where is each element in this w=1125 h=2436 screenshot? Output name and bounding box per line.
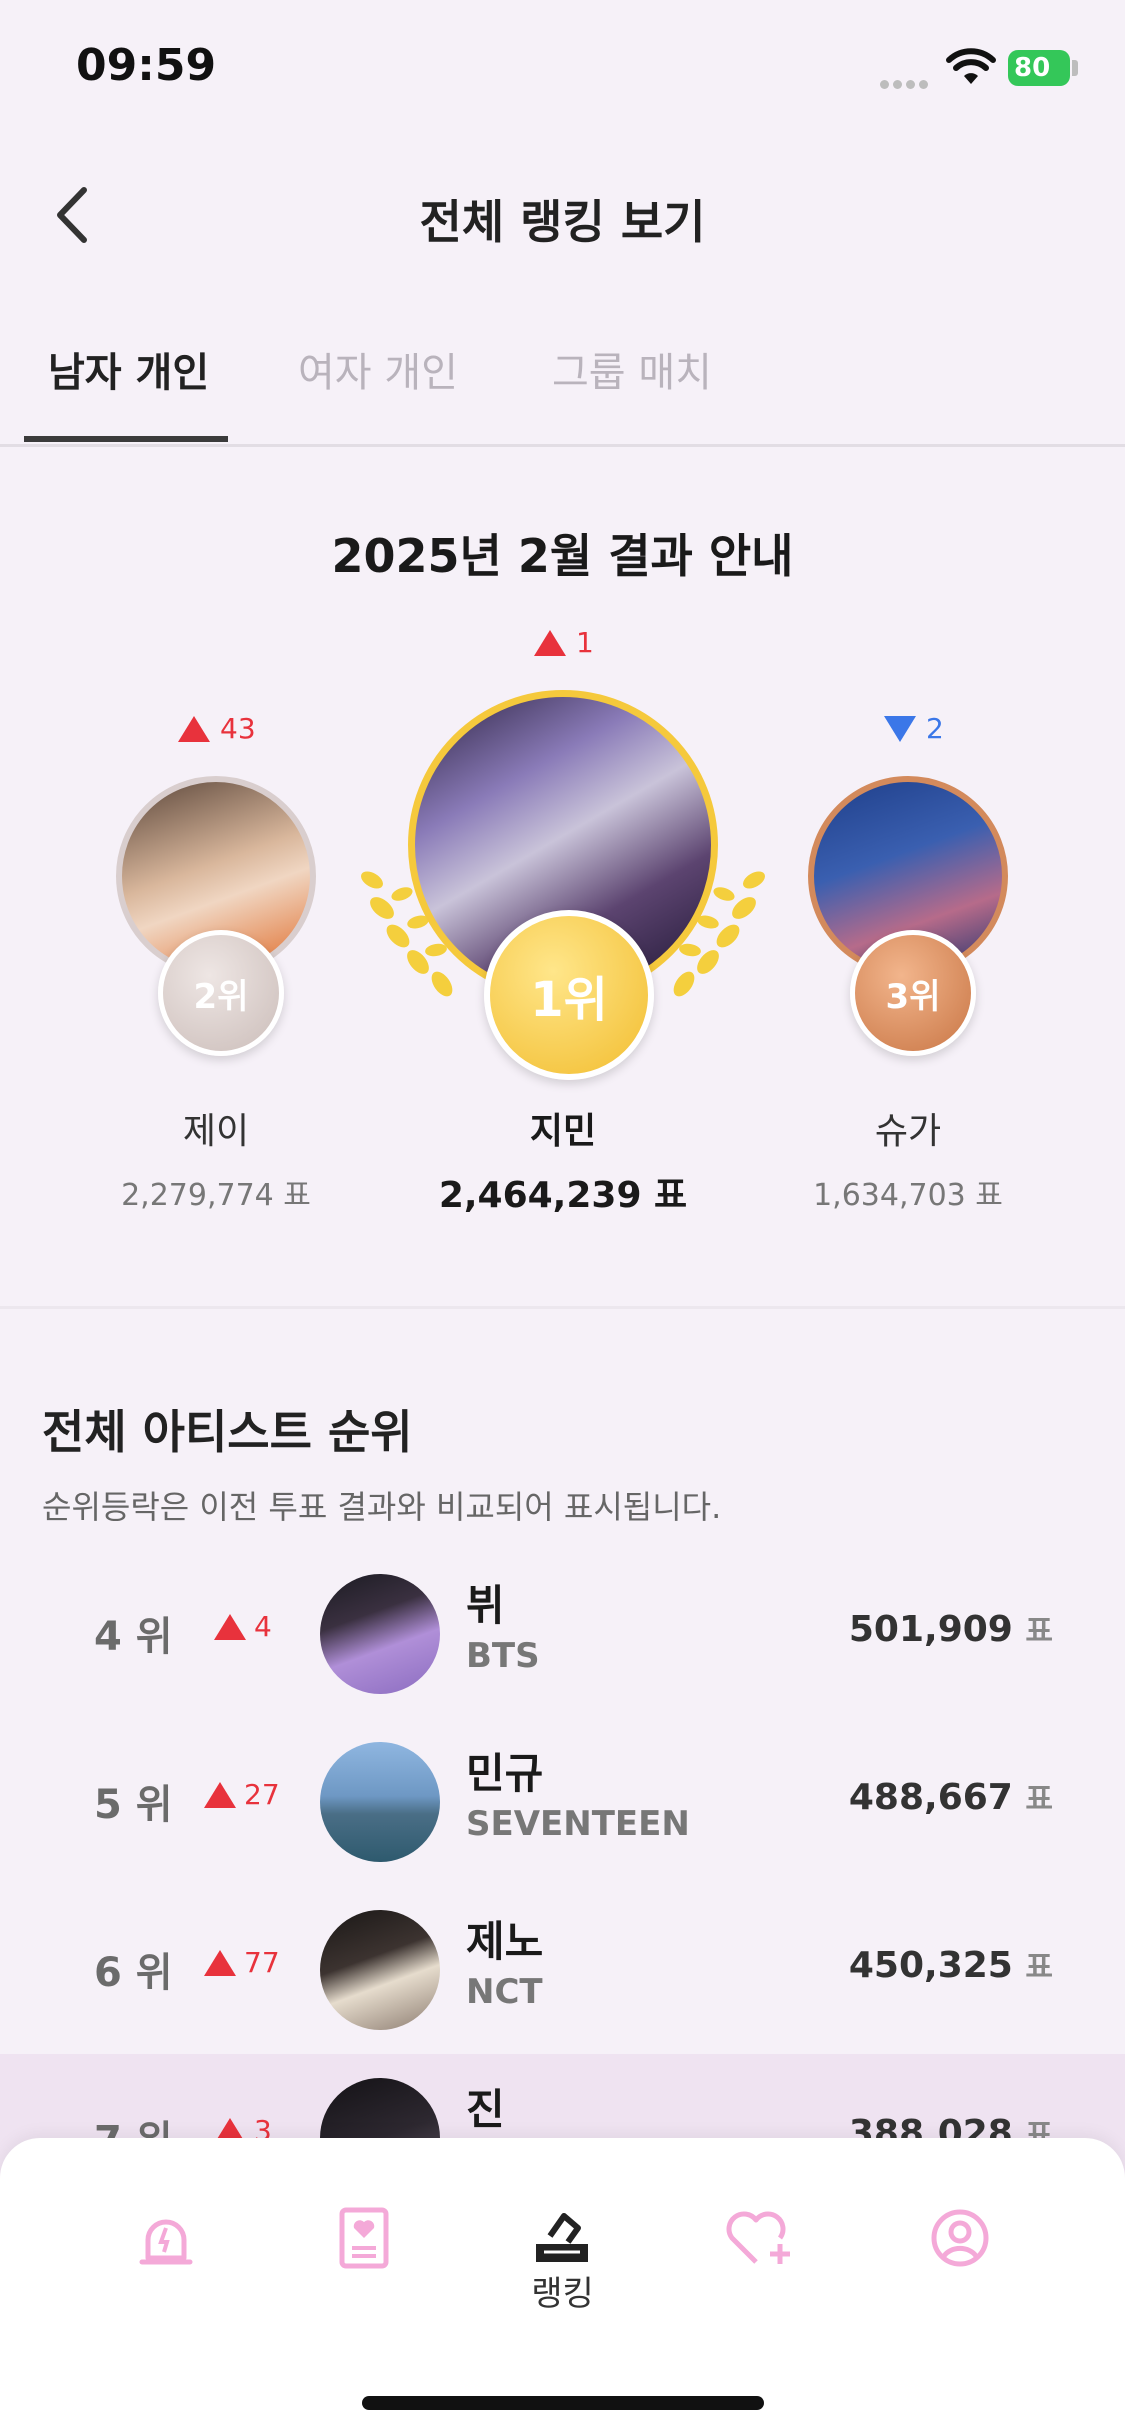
row-change-value: 27 — [244, 1778, 280, 1811]
section-subtitle: 순위등락은 이전 투표 결과와 비교되어 표시됩니다. — [42, 1488, 722, 1526]
alarm-icon — [139, 2219, 193, 2265]
podium-3-name: 슈가 — [874, 1111, 942, 1152]
podium-3-change-value: 2 — [926, 712, 944, 745]
ranking-icon — [536, 2213, 588, 2262]
profile-icon — [931, 2209, 989, 2267]
row-name: 민규 — [466, 1749, 544, 1798]
tab-group-match[interactable]: 그룹 매치 — [552, 340, 712, 398]
row-group: NCT — [466, 1972, 543, 2012]
podium-3-change: 2 — [884, 712, 944, 745]
rank-up-icon — [214, 1613, 246, 1640]
nav-favorite[interactable] — [700, 2178, 820, 2298]
row-avatar — [320, 1742, 440, 1862]
row-votes: 488,667 표 — [849, 1774, 1053, 1818]
row-name: 뷔 — [466, 1581, 505, 1630]
row-rank: 4 위 — [94, 1614, 173, 1660]
section-title: 전체 아티스트 순위 — [42, 1405, 413, 1459]
podium-1-votes: 2,464,239 표 — [438, 1175, 688, 1216]
rank-up-icon — [204, 1781, 236, 1808]
tab-male-solo[interactable]: 남자 개인 — [48, 340, 209, 398]
status-time: 09:59 — [76, 40, 217, 91]
podium-2-change: 43 — [178, 712, 256, 745]
battery-cap — [1072, 60, 1078, 76]
podium-1-change-value: 1 — [576, 626, 594, 659]
row-votes: 501,909 표 — [849, 1606, 1053, 1650]
card-icon — [339, 2207, 389, 2269]
row-name: 진 — [466, 2085, 505, 2134]
row-change-value: 4 — [254, 1610, 272, 1643]
ranking-row[interactable]: 6 위 77 제노 NCT 450,325 표 — [0, 1886, 1125, 2054]
row-votes-value: 488,667 — [848, 1777, 1013, 1818]
home-indicator — [362, 2396, 764, 2410]
header: 전체 랭킹 보기 — [0, 150, 1125, 280]
heart-plus-icon — [726, 2211, 790, 2264]
podium-2-change-value: 43 — [220, 712, 256, 745]
row-rank: 5 위 — [94, 1782, 173, 1828]
podium-1-name: 지민 — [529, 1111, 597, 1152]
vote-unit: 표 — [1025, 1950, 1053, 1985]
tab-female-solo[interactable]: 여자 개인 — [298, 340, 458, 398]
podium-3-votes: 1,634,703 표 — [813, 1178, 1003, 1213]
rank-up-icon — [534, 629, 566, 656]
row-avatar — [320, 1910, 440, 2030]
ranking-row[interactable]: 5 위 27 민규 SEVENTEEN 488,667 표 — [0, 1718, 1125, 1886]
result-title: 2025년 2월 결과 안내 — [331, 529, 794, 583]
tab-bar: 남자 개인 여자 개인 그룹 매치 — [0, 320, 1125, 447]
podium-2-votes: 2,279,774 표 — [121, 1178, 311, 1213]
nav-profile[interactable] — [900, 2178, 1020, 2298]
row-name: 제노 — [466, 1917, 544, 1966]
rank-badge-2: 2위 — [158, 930, 284, 1056]
row-change-value: 77 — [244, 1946, 280, 1979]
row-change: 77 — [204, 1946, 280, 1979]
row-group: SEVENTEEN — [466, 1804, 690, 1844]
row-avatar — [320, 1574, 440, 1694]
rank-badge-3: 3위 — [850, 930, 976, 1056]
podium-1-change: 1 — [534, 626, 594, 659]
rank-badge-1: 1위 — [484, 910, 654, 1080]
podium-2-name: 제이 — [182, 1111, 250, 1152]
signal-icon — [880, 74, 932, 93]
rank-up-icon — [204, 1949, 236, 1976]
rank-down-icon — [884, 715, 916, 742]
page-title: 전체 랭킹 보기 — [419, 195, 706, 249]
vote-unit: 표 — [1025, 1614, 1053, 1649]
wifi-icon — [946, 48, 996, 84]
row-change: 4 — [214, 1610, 272, 1643]
row-group: BTS — [466, 1636, 540, 1676]
rank-up-icon — [178, 715, 210, 742]
status-bar: 09:59 80 — [0, 0, 1125, 140]
row-rank: 6 위 — [94, 1950, 173, 1996]
row-change: 27 — [204, 1778, 280, 1811]
vote-unit: 표 — [1025, 1782, 1053, 1817]
row-votes-value: 501,909 — [848, 1609, 1013, 1650]
row-votes-value: 450,325 — [848, 1945, 1013, 1986]
bottom-nav: 랭킹 — [0, 2138, 1125, 2436]
tab-indicator — [24, 436, 228, 442]
battery-indicator: 80 — [1008, 50, 1070, 86]
row-votes: 450,325 표 — [849, 1942, 1053, 1986]
section-divider — [0, 1306, 1125, 1309]
ranking-row[interactable]: 4 위 4 뷔 BTS 501,909 표 — [0, 1550, 1125, 1718]
